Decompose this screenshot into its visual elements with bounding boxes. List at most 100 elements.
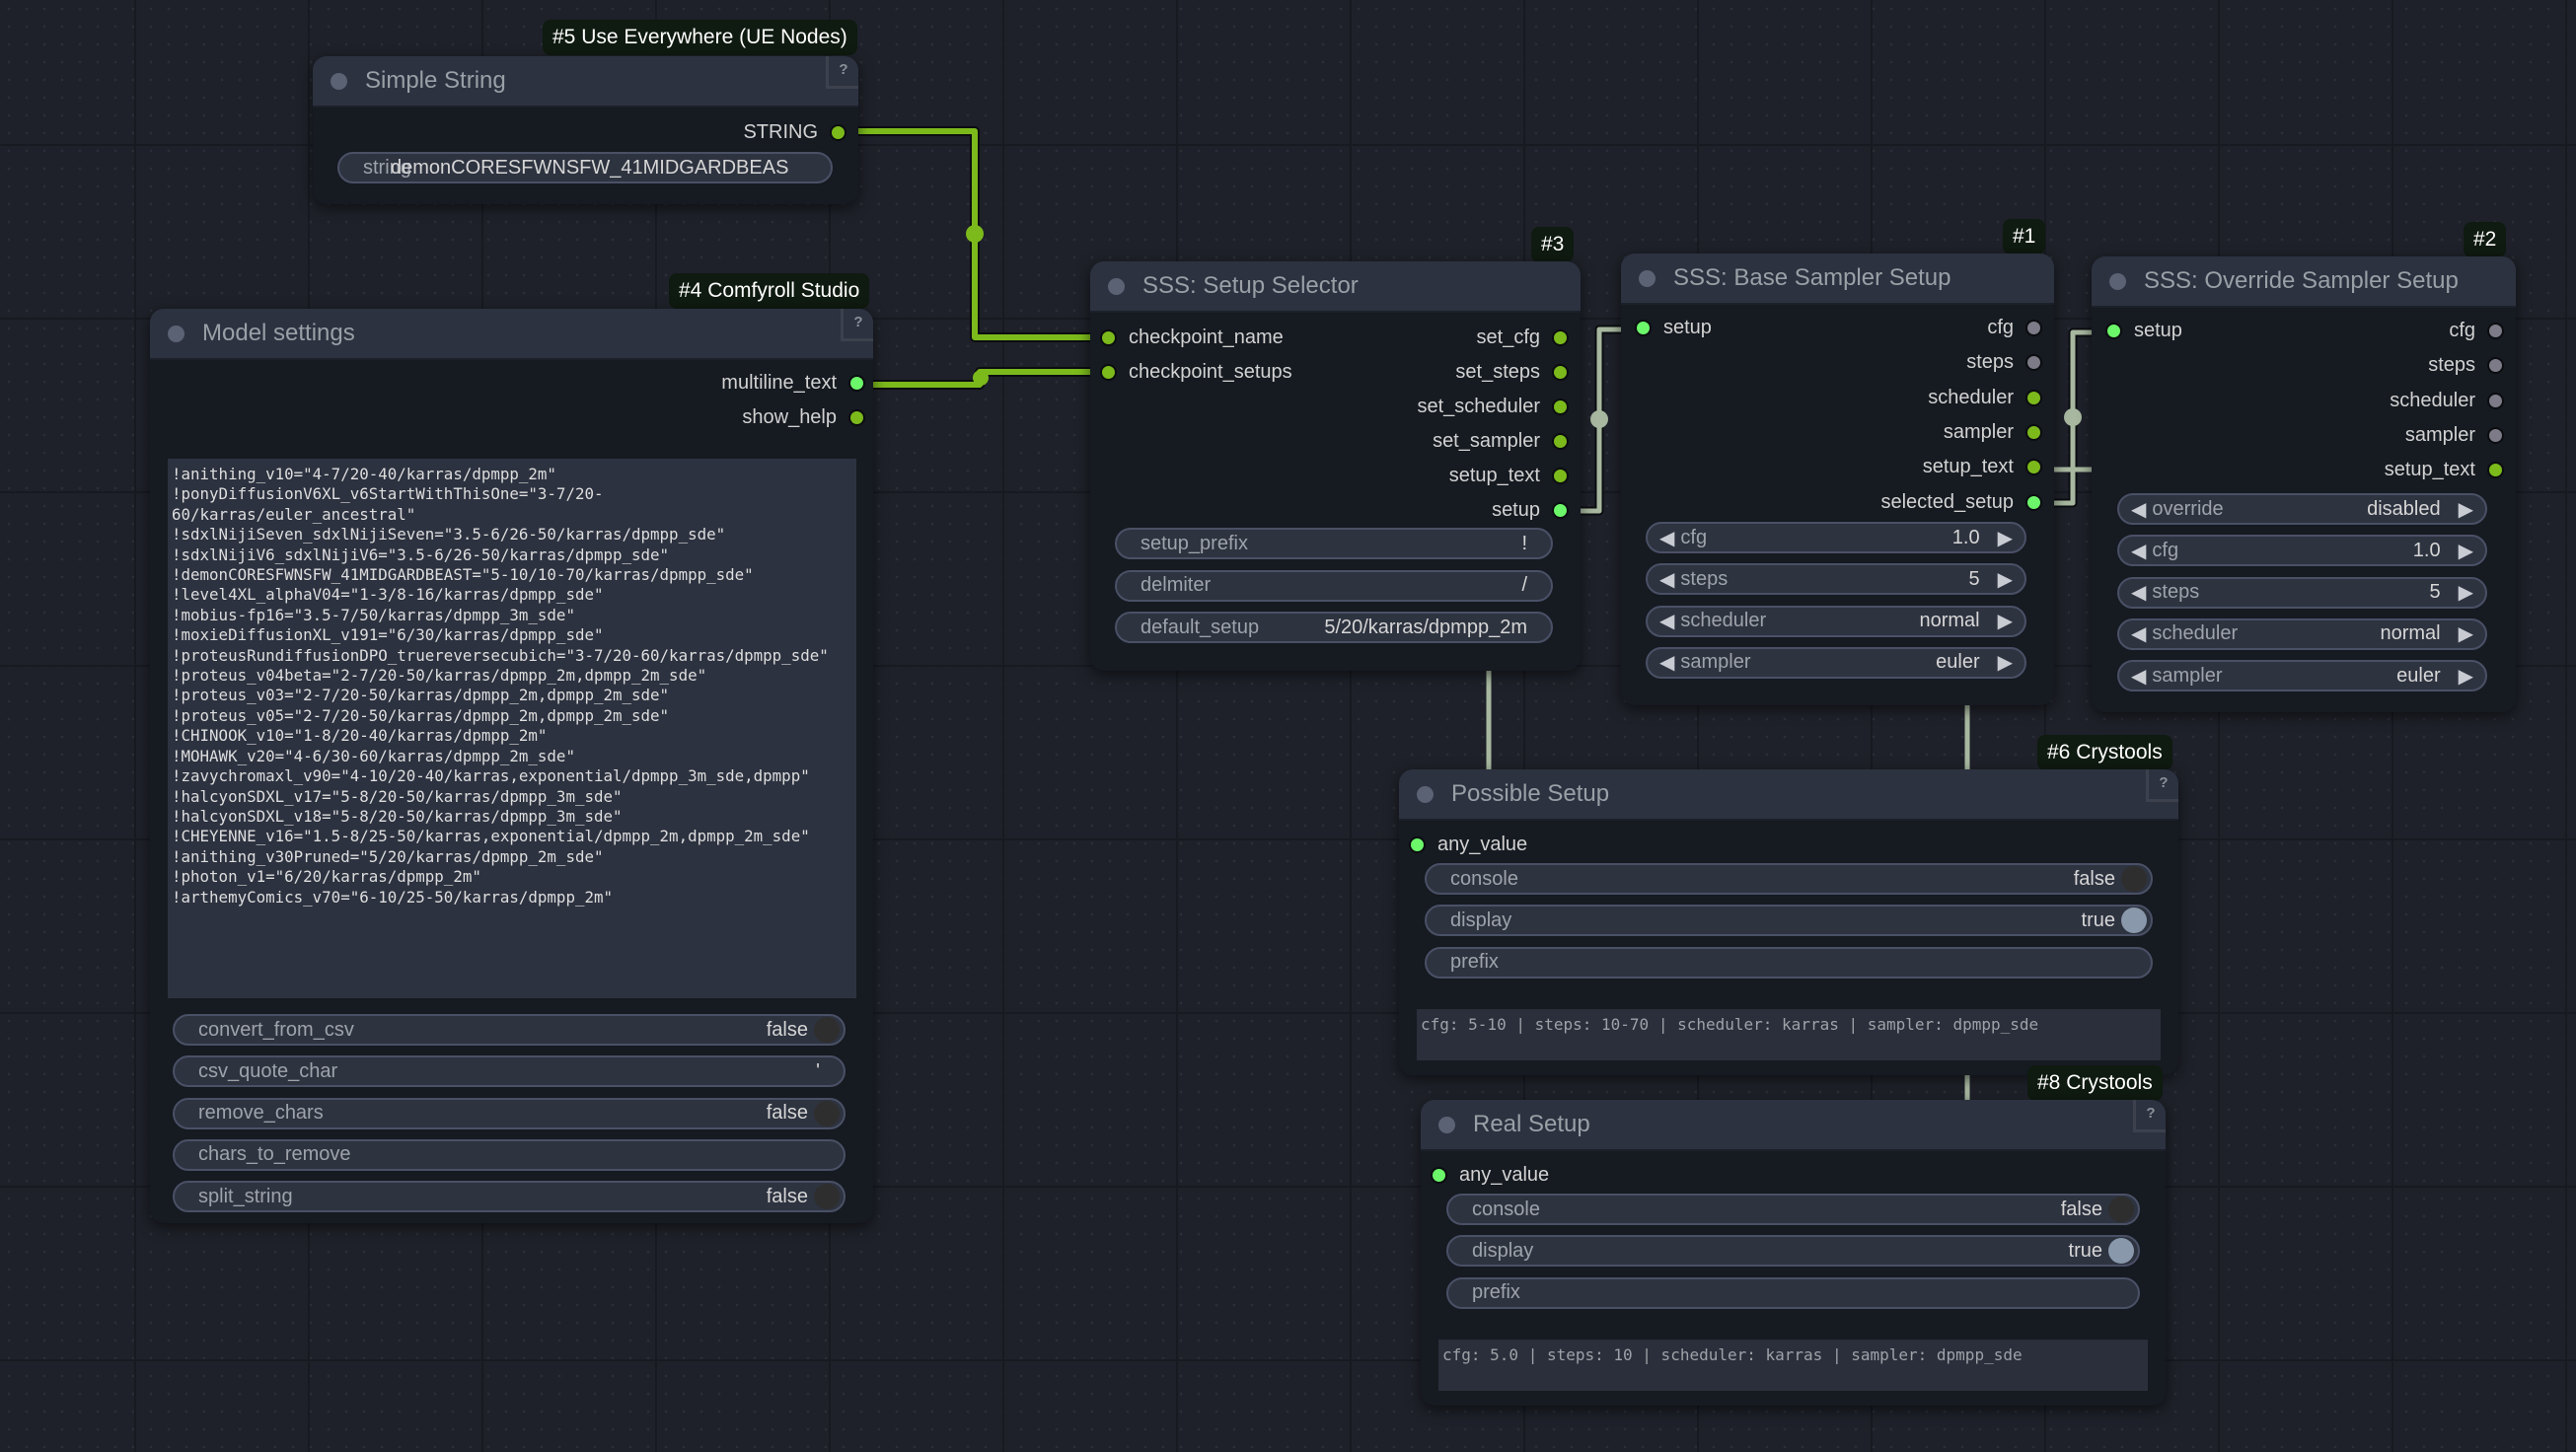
- remove-chars-widget[interactable]: remove_chars false: [173, 1097, 846, 1129]
- delmiter-input[interactable]: delmiter /: [1115, 569, 1553, 602]
- node-header[interactable]: Real Setup ?: [1421, 1100, 2166, 1151]
- prefix-widget[interactable]: prefix: [1446, 1276, 2140, 1309]
- output-slot-steps[interactable]: steps: [1966, 351, 2042, 374]
- simple-string-node[interactable]: Simple String ? STRING string demonCORES…: [313, 56, 858, 204]
- display-widget[interactable]: display true: [1425, 905, 2153, 937]
- output-slot-setup-text[interactable]: setup_text: [1449, 465, 1569, 487]
- csv-quote-char-widget[interactable]: csv_quote_char ': [173, 1055, 846, 1088]
- setup-selector-node[interactable]: SSS: Setup Selector checkpoint_namecheck…: [1090, 261, 1581, 671]
- arrow-left-icon[interactable]: ◀: [2131, 580, 2146, 605]
- arrow-right-icon[interactable]: ▶: [2459, 580, 2473, 605]
- collapse-dot-icon[interactable]: [168, 325, 184, 342]
- node-header[interactable]: Model settings ?: [150, 309, 873, 360]
- output-slot-setup-text[interactable]: setup_text: [2385, 459, 2504, 481]
- collapse-dot-icon[interactable]: [1639, 269, 1656, 287]
- output-pin-icon[interactable]: [2025, 320, 2042, 336]
- help-icon[interactable]: ?: [2133, 1100, 2166, 1132]
- output-slot-show-help[interactable]: show_help: [742, 406, 865, 429]
- string-input[interactable]: string demonCORESFWNSFW_41MIDGARDBEAS: [337, 152, 833, 183]
- split-string-widget[interactable]: split_string false: [173, 1181, 846, 1213]
- model-settings-node[interactable]: Model settings ? multiline_text show_hel…: [150, 309, 873, 1223]
- reroute-dot-selected-setup[interactable]: [2064, 408, 2082, 426]
- override-sampler-setup-node[interactable]: SSS: Override Sampler Setup setup cfg step…: [2092, 256, 2516, 712]
- output-pin-icon[interactable]: [2025, 389, 2042, 406]
- output-slot-cfg[interactable]: cfg: [2449, 320, 2504, 342]
- toggle-knob-icon[interactable]: [814, 1184, 840, 1210]
- reroute-dot-checkpoint-setups[interactable]: [973, 370, 989, 386]
- arrow-right-icon[interactable]: ▶: [1998, 650, 2013, 675]
- arrow-left-icon[interactable]: ◀: [1659, 609, 1674, 633]
- output-slot-set-steps[interactable]: set_steps: [1455, 361, 1569, 384]
- arrow-left-icon[interactable]: ◀: [2131, 497, 2146, 522]
- reroute-dot-checkpoint-name[interactable]: [966, 225, 984, 243]
- output-slot-setup-text[interactable]: setup_text: [1923, 456, 2042, 478]
- output-slot-steps[interactable]: steps: [2428, 354, 2504, 377]
- output-pin-icon[interactable]: [2487, 462, 2504, 479]
- arrow-left-icon[interactable]: ◀: [2131, 621, 2146, 646]
- toggle-knob-icon[interactable]: [2121, 908, 2147, 934]
- output-slot-selected-setup[interactable]: selected_setup: [1880, 491, 2042, 514]
- node-header[interactable]: SSS: Override Sampler Setup: [2092, 256, 2516, 308]
- convert-from-csv-widget[interactable]: convert_from_csv false: [173, 1014, 846, 1046]
- output-slot-scheduler[interactable]: scheduler: [2390, 390, 2504, 412]
- input-slot-setup[interactable]: setup: [1635, 317, 1712, 339]
- help-icon[interactable]: ?: [826, 56, 858, 89]
- setup-prefix-input[interactable]: setup_prefix!: [1115, 528, 1553, 559]
- node-header[interactable]: Possible Setup ?: [1399, 769, 2178, 821]
- input-pin-icon[interactable]: [1100, 329, 1117, 346]
- input-slot-any-value[interactable]: any_value: [1431, 1164, 1549, 1187]
- input-slot-checkpoint-setups[interactable]: checkpoint_setups: [1100, 361, 1292, 384]
- collapse-dot-icon[interactable]: [2109, 272, 2126, 290]
- arrow-right-icon[interactable]: ▶: [2459, 497, 2473, 522]
- output-pin-icon[interactable]: [1552, 364, 1569, 381]
- console-widget[interactable]: console false: [1446, 1194, 2140, 1225]
- steps-combo[interactable]: ◀ steps 5 ▶: [2117, 576, 2487, 609]
- collapse-dot-icon[interactable]: [1438, 1116, 1455, 1133]
- input-pin-icon[interactable]: [1409, 836, 1426, 853]
- collapse-dot-icon[interactable]: [1108, 277, 1125, 295]
- output-slot-set-cfg[interactable]: set_cfg: [1477, 327, 1569, 349]
- output-pin-icon[interactable]: [2487, 357, 2504, 375]
- node-header[interactable]: SSS: Base Sampler Setup: [1621, 254, 2054, 305]
- arrow-left-icon[interactable]: ◀: [1659, 567, 1674, 592]
- steps-combo[interactable]: ◀ steps 5 ▶: [1646, 563, 2026, 596]
- chars-to-remove-widget[interactable]: chars_to_remove: [173, 1138, 846, 1171]
- output-slot-sampler[interactable]: sampler: [1944, 421, 2042, 444]
- arrow-left-icon[interactable]: ◀: [2131, 664, 2146, 689]
- output-pin-icon[interactable]: [1552, 502, 1569, 519]
- output-slot-scheduler[interactable]: scheduler: [1928, 387, 2042, 409]
- input-pin-icon[interactable]: [2105, 323, 2122, 339]
- output-pin-icon[interactable]: [1552, 329, 1569, 346]
- output-slot-setup[interactable]: setup: [1492, 499, 1569, 522]
- input-pin-icon[interactable]: [1431, 1167, 1447, 1184]
- input-pin-icon[interactable]: [1100, 364, 1117, 381]
- sampler-combo[interactable]: ◀ sampler euler ▶: [1646, 646, 2026, 679]
- arrow-left-icon[interactable]: ◀: [1659, 650, 1674, 675]
- multiline-text-area[interactable]: !anithing_v10="4-7/20-40/karras/dpmpp_2m…: [168, 459, 856, 998]
- scheduler-combo[interactable]: ◀ scheduler normal ▶: [1646, 605, 2026, 637]
- input-slot-checkpoint-name[interactable]: checkpoint_name: [1100, 327, 1284, 349]
- toggle-knob-icon[interactable]: [814, 1100, 840, 1126]
- arrow-right-icon[interactable]: ▶: [2459, 539, 2473, 563]
- console-widget[interactable]: console false: [1425, 863, 2153, 895]
- arrow-right-icon[interactable]: ▶: [2459, 664, 2473, 689]
- output-slot-string[interactable]: STRING: [743, 121, 846, 144]
- arrow-right-icon[interactable]: ▶: [2459, 621, 2473, 646]
- node-header[interactable]: Simple String ?: [313, 56, 858, 108]
- arrow-left-icon[interactable]: ◀: [2131, 539, 2146, 563]
- output-pin-icon[interactable]: [1552, 433, 1569, 450]
- node-header[interactable]: SSS: Setup Selector: [1090, 261, 1581, 313]
- toggle-knob-icon[interactable]: [2108, 1238, 2134, 1265]
- output-pin-icon[interactable]: [2487, 323, 2504, 339]
- output-pin-icon[interactable]: [2025, 493, 2042, 511]
- output-slot-multiline-text[interactable]: multiline_text: [721, 372, 865, 395]
- output-slot-sampler[interactable]: sampler: [2405, 424, 2504, 447]
- input-pin-icon[interactable]: [1635, 320, 1652, 336]
- scheduler-combo[interactable]: ◀ scheduler normal ▶: [2117, 617, 2487, 650]
- display-widget[interactable]: display true: [1446, 1235, 2140, 1268]
- toggle-knob-icon[interactable]: [814, 1017, 840, 1043]
- input-slot-any-value[interactable]: any_value: [1409, 834, 1527, 856]
- output-pin-icon[interactable]: [848, 375, 865, 392]
- output-pin-icon[interactable]: [2487, 426, 2504, 444]
- help-icon[interactable]: ?: [2146, 769, 2178, 802]
